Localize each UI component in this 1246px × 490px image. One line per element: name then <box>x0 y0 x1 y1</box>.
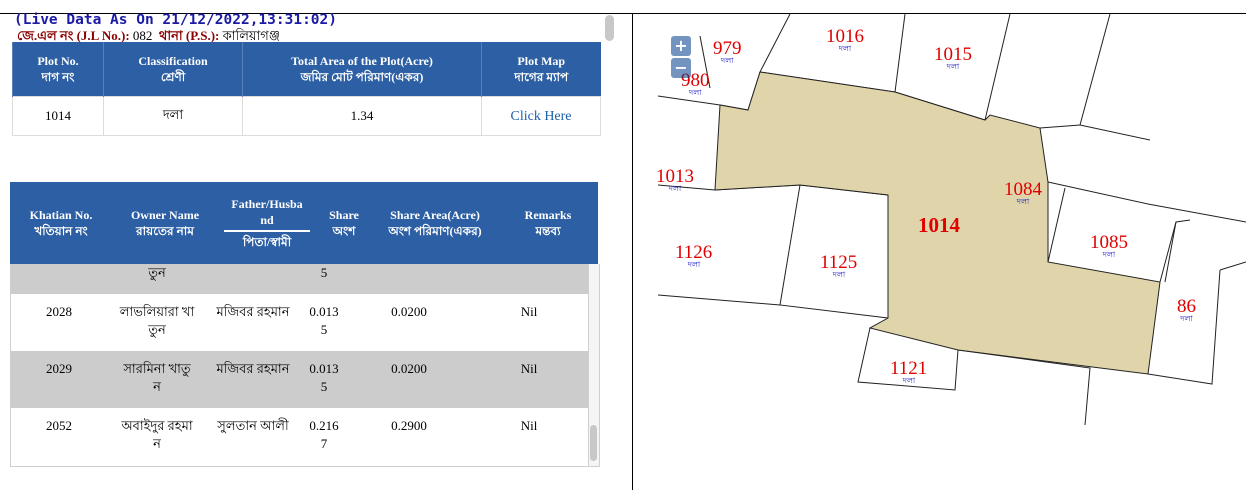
share-cell: 0.013 5 <box>299 294 349 351</box>
plot-map[interactable]: 979দলা980দলা1016দলা 1015দলা1013দলা 1084দলা… <box>633 14 1246 490</box>
table-row: 2029 সারমিনা খাতু ন মজিবর রহমান 0.013 5 0.… <box>11 351 589 408</box>
header-owner-name: Owner Name রায়তের নাম <box>112 182 218 264</box>
plot-no-cell: 1014 <box>12 96 104 136</box>
header-share: Share অংশ <box>316 182 372 264</box>
area-cell: 1.34 <box>242 96 482 136</box>
owner-cell: তুন <box>107 264 207 294</box>
header-father-husband: Father/Husba nd পিতা/স্বামী <box>218 182 316 264</box>
plot-class-label: দলা <box>687 260 701 269</box>
plot-class-label: দলা <box>1016 197 1030 206</box>
header-share-area: Share Area(Acre) অংশ পরিমাণ(একর) <box>372 182 498 264</box>
plot-number-label: 1014 <box>918 213 961 237</box>
share-cell: 0.013 5 <box>299 351 349 408</box>
plot-class-label: দলা <box>838 44 852 53</box>
owner-table-scrollbar[interactable] <box>588 264 600 467</box>
remarks-cell: Nil <box>469 351 589 408</box>
owner-cell: সারমিনা খাতু ন <box>107 351 207 408</box>
scrollbar-thumb[interactable] <box>590 425 597 461</box>
owner-cell: অবাইদুর রহমা ন <box>107 408 207 466</box>
plot-class-label: দলা <box>1179 314 1193 323</box>
zoom-in-button[interactable]: + <box>671 36 691 56</box>
top-scrollbar-thumb[interactable] <box>605 15 614 41</box>
share-cell: 5 <box>299 264 349 294</box>
father-cell: সুলতান আলী <box>207 408 299 466</box>
ps-label: থানা (P.S.): <box>158 28 220 43</box>
plot-map-link[interactable]: Click Here <box>510 109 571 124</box>
plot-class-label: দলা <box>720 56 734 65</box>
share-area-cell <box>349 264 469 294</box>
plot-class-label: দলা <box>668 184 682 193</box>
father-cell: মজিবর রহমান <box>207 294 299 351</box>
khatian-cell: 2028 <box>11 294 107 351</box>
share-area-cell: 0.2900 <box>349 408 469 466</box>
khatian-cell <box>11 264 107 294</box>
plot-row: 1014 দলা 1.34 Click Here <box>12 96 601 136</box>
remarks-cell <box>469 264 589 294</box>
ps-value: কালিয়াগঞ্জ <box>222 28 280 43</box>
plot-map-cell: Click Here <box>481 96 601 136</box>
owner-cell: লাভলিয়ারা খা তুন <box>107 294 207 351</box>
header-khatian: Khatian No. খতিয়ান নং <box>10 182 112 264</box>
header-classification: Classification শ্রেণী <box>103 42 243 97</box>
share-area-cell: 0.0200 <box>349 294 469 351</box>
owner-table-scroll-area[interactable]: তুন 5 2028 লাভলিয়ারা খা তুন মজিবর রহমান … <box>10 264 590 467</box>
plot-class-label: দলা <box>1102 250 1116 259</box>
header-total-area: Total Area of the Plot(Acre) জমির মোট পরি… <box>242 42 482 97</box>
owner-table-body: তুন 5 2028 লাভলিয়ারা খা তুন মজিবর রহমান … <box>11 264 589 466</box>
plot-class-label: দলা <box>902 376 916 385</box>
header-plot-no: Plot No. দাগ নং <box>12 42 104 97</box>
zoom-out-button[interactable]: − <box>671 58 691 78</box>
remarks-cell: Nil <box>469 294 589 351</box>
jl-label: জে.এল নং (J.L No.): <box>17 28 130 43</box>
remarks-cell: Nil <box>469 408 589 466</box>
share-area-cell: 0.0200 <box>349 351 469 408</box>
khatian-cell: 2052 <box>11 408 107 466</box>
share-cell: 0.216 7 <box>299 408 349 466</box>
table-row: 2028 লাভলিয়ারা খা তুন মজিবর রহমান 0.013 5… <box>11 294 589 351</box>
jl-value: 082 <box>132 28 153 43</box>
header-plot-map: Plot Map দাগের ম্যাপ <box>481 42 601 97</box>
plot-class-label: দলা <box>688 88 702 97</box>
table-row: 2052 অবাইদুর রহমা ন সুলতান আলী 0.216 7 0.2… <box>11 408 589 466</box>
plot-class-label: দলা <box>832 270 846 279</box>
table-row: তুন 5 <box>11 264 589 294</box>
plot-class-label: দলা <box>946 62 960 71</box>
classification-cell: দলা <box>103 96 243 136</box>
plot-info-table: Plot No. দাগ নং Classification শ্রেণী Tota… <box>12 42 601 136</box>
father-cell: মজিবর রহমান <box>207 351 299 408</box>
owner-table-header: Khatian No. খতিয়ান নং Owner Name রায়তের … <box>10 182 598 264</box>
header-remarks: Remarks মন্তব্য <box>498 182 598 264</box>
khatian-cell: 2029 <box>11 351 107 408</box>
father-cell <box>207 264 299 294</box>
live-data-timestamp: (Live Data As On 21/12/2022,13:31:02) <box>14 12 338 28</box>
